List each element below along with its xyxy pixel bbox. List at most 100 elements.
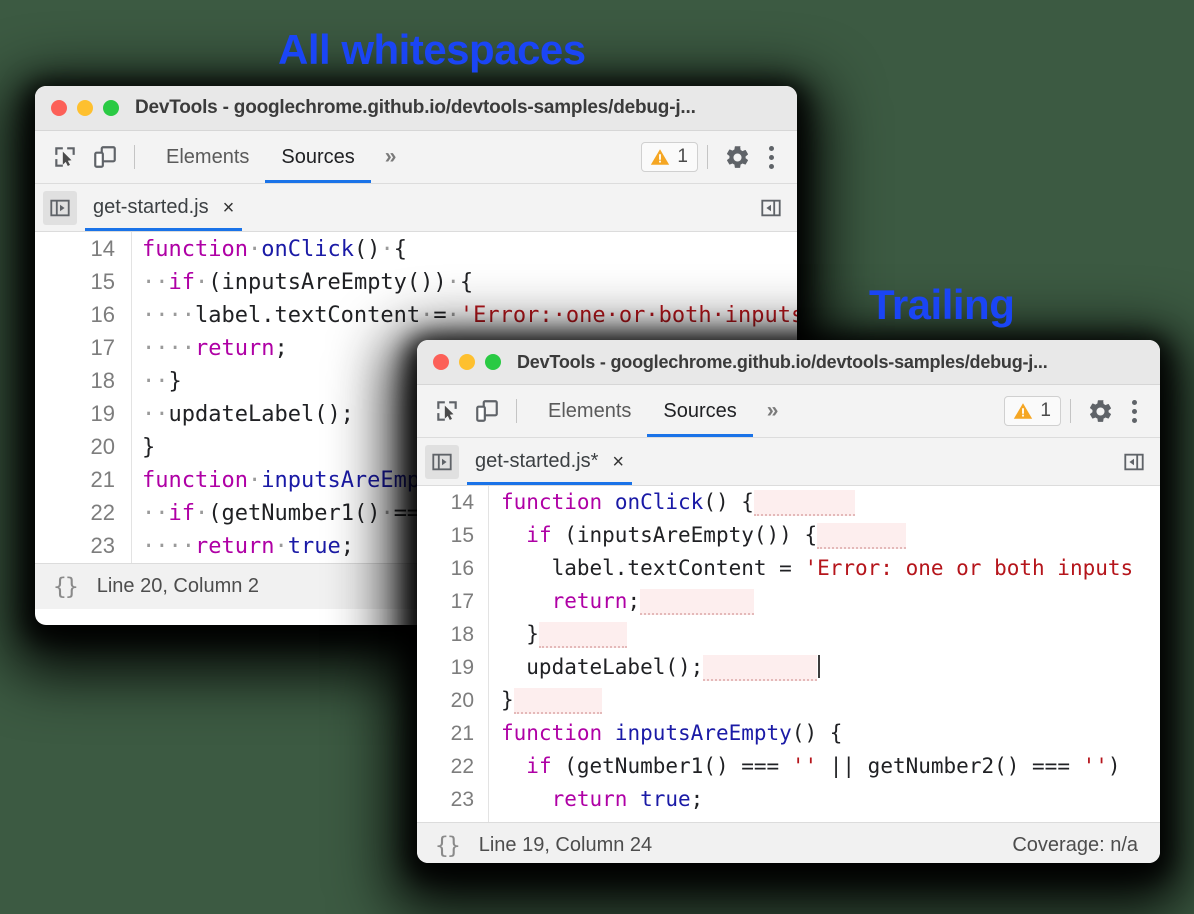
close-window-button[interactable] — [433, 354, 449, 370]
tab-elements[interactable]: Elements — [150, 131, 265, 183]
inspect-element-icon[interactable] — [45, 137, 85, 177]
line-number[interactable]: 21 — [417, 717, 489, 750]
code-line[interactable]: 24 } else { — [417, 816, 1160, 822]
warning-badge[interactable]: 1 — [1004, 396, 1061, 426]
inspect-element-icon[interactable] — [427, 391, 467, 431]
code-token — [501, 754, 526, 778]
code-token: return — [195, 336, 274, 361]
coverage-status: Coverage: n/a — [1012, 834, 1138, 857]
code-token: (inputsAreEmpty()) { — [552, 523, 818, 547]
minimize-window-button[interactable] — [459, 354, 475, 370]
window-titlebar[interactable]: DevTools - googlechrome.github.io/devtoo… — [417, 340, 1160, 385]
code-token: inputsAreEmpty — [615, 721, 792, 745]
code-token: function — [501, 721, 602, 745]
kebab-menu-icon[interactable] — [1120, 400, 1148, 423]
code-line[interactable]: 19 updateLabel(); — [417, 651, 1160, 684]
warning-count: 1 — [1040, 400, 1051, 422]
code-line[interactable]: 14function onClick() { — [417, 486, 1160, 519]
line-number[interactable]: 15 — [417, 519, 489, 552]
show-navigator-icon[interactable] — [425, 445, 459, 479]
code-line-text[interactable]: ··if·(inputsAreEmpty())·{ — [132, 266, 797, 299]
devtools-window-trailing[interactable]: DevTools - googlechrome.github.io/devtoo… — [417, 340, 1160, 863]
line-number[interactable]: 18 — [35, 364, 132, 397]
code-line[interactable]: 17 return; — [417, 585, 1160, 618]
code-editor-trailing[interactable]: 14function onClick() { 15 if (inputsAreE… — [417, 486, 1160, 822]
code-line[interactable]: 21function inputsAreEmpty() { — [417, 717, 1160, 750]
tab-elements[interactable]: Elements — [532, 385, 647, 437]
warning-badge[interactable]: 1 — [641, 142, 698, 172]
zoom-window-button[interactable] — [103, 100, 119, 116]
code-line-text[interactable]: label.textContent = 'Error: one or both … — [489, 552, 1160, 585]
code-line[interactable]: 15 if (inputsAreEmpty()) { — [417, 519, 1160, 552]
code-line[interactable]: 23 return true; — [417, 783, 1160, 816]
code-line-text[interactable]: function inputsAreEmpty() { — [489, 717, 1160, 750]
line-number[interactable]: 20 — [35, 430, 132, 463]
more-tabs-button[interactable]: » — [371, 131, 411, 183]
close-icon[interactable]: × — [612, 452, 624, 472]
code-line-text[interactable]: updateLabel(); — [489, 651, 1160, 684]
code-line-text[interactable]: return true; — [489, 783, 1160, 816]
kebab-menu-icon[interactable] — [757, 146, 785, 169]
code-line[interactable]: 18 } — [417, 618, 1160, 651]
format-braces-icon[interactable]: {} — [53, 574, 77, 600]
line-number[interactable]: 14 — [35, 232, 132, 265]
code-line-text[interactable]: if (inputsAreEmpty()) { — [489, 519, 1160, 552]
file-tab-get-started-js[interactable]: get-started.js × — [77, 184, 250, 231]
code-line-text[interactable]: } else { — [489, 816, 1160, 822]
code-token: { — [394, 237, 407, 262]
code-line-text[interactable]: return; — [489, 585, 1160, 618]
code-line-text[interactable]: } — [489, 684, 1160, 717]
file-tab-get-started-js[interactable]: get-started.js* × — [459, 438, 640, 485]
show-navigator-icon[interactable] — [43, 191, 77, 225]
code-line[interactable]: 15··if·(inputsAreEmpty())·{ — [35, 265, 797, 298]
line-number[interactable]: 17 — [417, 585, 489, 618]
close-window-button[interactable] — [51, 100, 67, 116]
line-number[interactable]: 14 — [417, 486, 489, 519]
code-line[interactable]: 14function·onClick()·{ — [35, 232, 797, 265]
gear-icon[interactable] — [717, 137, 757, 177]
code-line[interactable]: 20} — [417, 684, 1160, 717]
trailing-whitespace — [703, 655, 817, 681]
code-line-text[interactable]: ····label.textContent·=·'Error:·one·or·b… — [132, 299, 797, 332]
minimize-window-button[interactable] — [77, 100, 93, 116]
line-number[interactable]: 19 — [417, 651, 489, 684]
window-titlebar[interactable]: DevTools - googlechrome.github.io/devtoo… — [35, 86, 797, 131]
tab-sources[interactable]: Sources — [265, 131, 370, 183]
toolbar-divider-right — [1070, 399, 1071, 423]
close-icon[interactable]: × — [223, 198, 235, 218]
line-number[interactable]: 22 — [35, 496, 132, 529]
line-number[interactable]: 16 — [417, 552, 489, 585]
cursor-position: Line 19, Column 24 — [479, 834, 652, 857]
line-number[interactable]: 23 — [417, 783, 489, 816]
line-number[interactable]: 24 — [417, 816, 489, 822]
line-number[interactable]: 23 — [35, 529, 132, 562]
code-line-text[interactable]: function onClick() { — [489, 486, 1160, 519]
collapse-sidebar-icon[interactable] — [1118, 446, 1150, 478]
line-number[interactable]: 21 — [35, 463, 132, 496]
code-line-text[interactable]: } — [489, 618, 1160, 651]
trailing-whitespace — [817, 523, 906, 549]
line-number[interactable]: 17 — [35, 331, 132, 364]
line-number[interactable]: 22 — [417, 750, 489, 783]
line-number[interactable]: 20 — [417, 684, 489, 717]
line-number[interactable]: 18 — [417, 618, 489, 651]
code-line[interactable]: 16 label.textContent = 'Error: one or bo… — [417, 552, 1160, 585]
code-line[interactable]: 22 if (getNumber1() === '' || getNumber2… — [417, 750, 1160, 783]
more-tabs-button[interactable]: » — [753, 385, 793, 437]
code-token: { — [602, 820, 627, 822]
format-braces-icon[interactable]: {} — [435, 833, 459, 859]
code-line[interactable]: 16····label.textContent·=·'Error:·one·or… — [35, 298, 797, 331]
tab-sources[interactable]: Sources — [647, 385, 752, 437]
device-toolbar-icon[interactable] — [467, 391, 507, 431]
line-number[interactable]: 19 — [35, 397, 132, 430]
code-line-text[interactable]: if (getNumber1() === '' || getNumber2() … — [489, 750, 1160, 783]
code-line-text[interactable]: function·onClick()·{ — [132, 233, 797, 266]
gear-icon[interactable] — [1080, 391, 1120, 431]
line-number[interactable]: 24 — [35, 562, 132, 563]
collapse-sidebar-icon[interactable] — [755, 192, 787, 224]
device-toolbar-icon[interactable] — [85, 137, 125, 177]
line-number[interactable]: 16 — [35, 298, 132, 331]
whitespace-dots: · — [447, 270, 460, 295]
zoom-window-button[interactable] — [485, 354, 501, 370]
line-number[interactable]: 15 — [35, 265, 132, 298]
